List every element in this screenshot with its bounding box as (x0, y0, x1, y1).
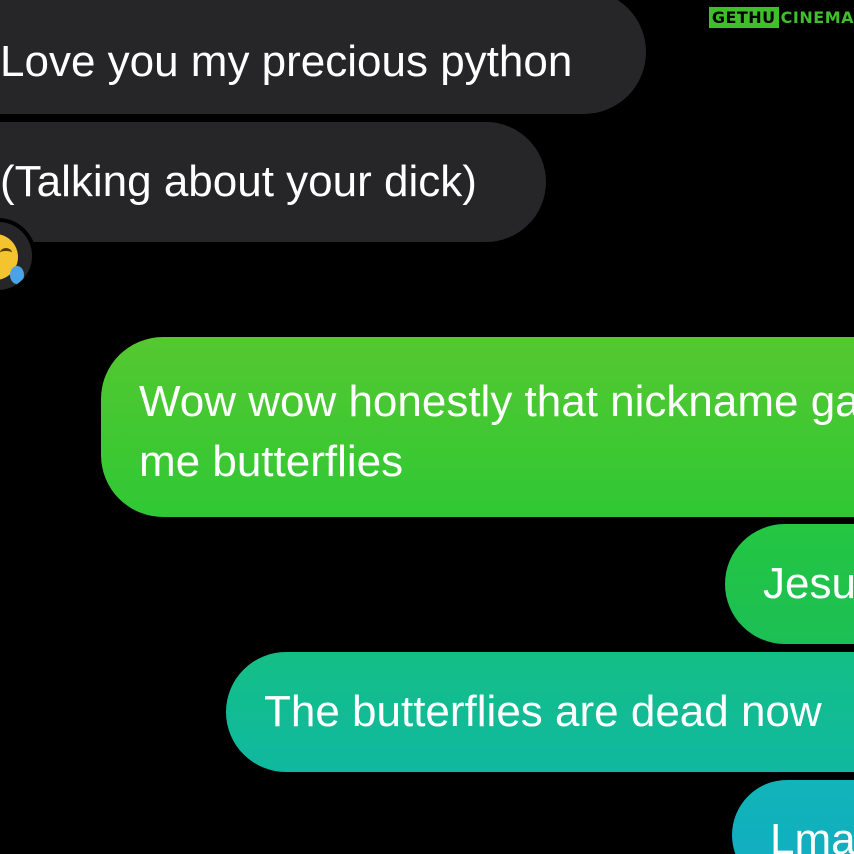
watermark-part-1: GETHU (708, 7, 779, 28)
watermark-logo: GETHU CINEMA (708, 7, 854, 28)
message-text: The butterflies are dead now (264, 687, 822, 736)
received-message-bubble[interactable]: (Talking about your dick) (0, 122, 546, 242)
sent-message-bubble[interactable]: The butterflies are dead now (226, 652, 854, 772)
message-text: Jesus (763, 559, 854, 608)
sent-message-bubble[interactable]: Jesus (725, 524, 854, 644)
received-message-bubble[interactable]: Love you my precious python (0, 0, 646, 114)
message-text: Love you my precious python (0, 37, 573, 86)
watermark-part-2: CINEMA (780, 8, 854, 27)
message-text: (Talking about your dick) (0, 157, 477, 206)
tear-drop-icon (10, 266, 24, 284)
sent-message-bubble[interactable]: Wow wow honestly that nickname gave me b… (101, 337, 854, 517)
face-with-tears-of-joy-icon (0, 234, 24, 284)
message-text: Lmao (770, 815, 854, 854)
chat-screen: GETHU CINEMA Love you my precious python… (0, 0, 854, 854)
message-text: Wow wow honestly that nickname gave me b… (139, 377, 854, 486)
sent-message-bubble[interactable]: Lmao (732, 780, 854, 854)
